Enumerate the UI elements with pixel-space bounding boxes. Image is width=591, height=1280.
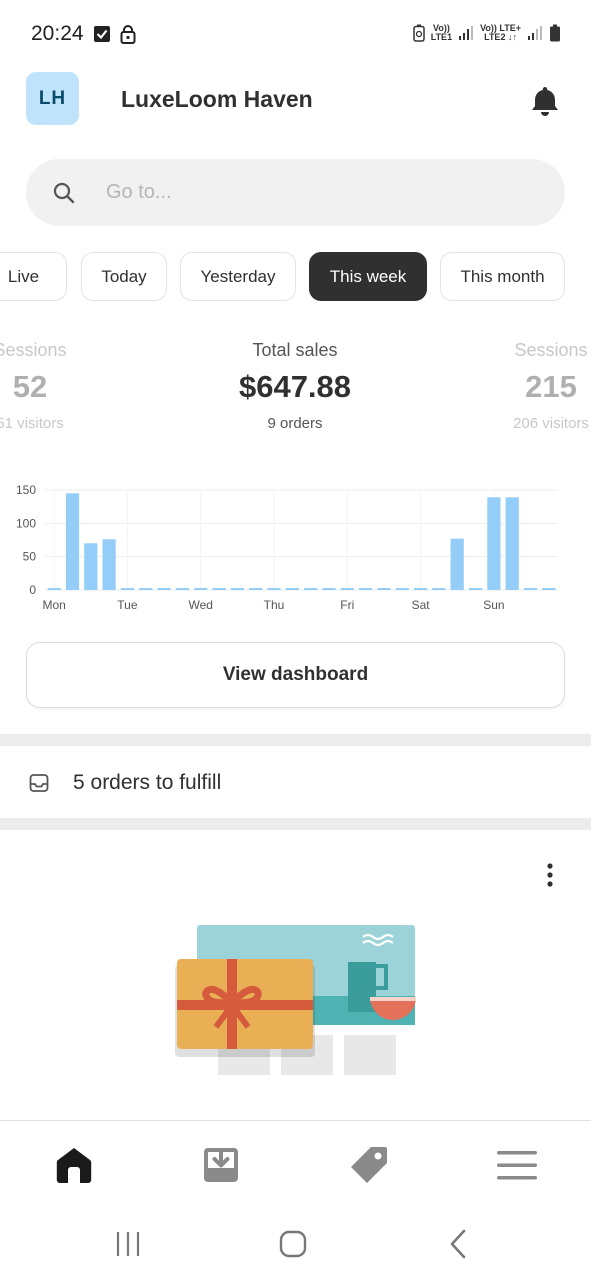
orders-icon[interactable] xyxy=(199,1143,243,1187)
chart-bar xyxy=(84,543,98,590)
chart-bar xyxy=(469,588,483,590)
chart-bar xyxy=(212,588,226,590)
chart-bar xyxy=(102,539,116,590)
x-tick-label: Tue xyxy=(117,598,138,612)
x-tick-label: Fri xyxy=(340,598,354,612)
y-tick-label: 150 xyxy=(16,483,36,497)
metric-sub: 9 orders xyxy=(267,415,323,432)
chart-bar xyxy=(285,588,299,590)
chart-bar xyxy=(505,497,519,590)
view-dashboard-button[interactable]: View dashboard xyxy=(26,642,565,708)
sales-bar-chart: 0 50 100 150 Mon Tue Wed Thu Fri Sat Sun xyxy=(16,483,558,612)
chart-bar xyxy=(267,588,281,590)
bottom-navigation xyxy=(0,1120,591,1210)
status-time: 20:24 xyxy=(31,22,84,45)
chart-bar xyxy=(249,588,263,590)
x-tick-label: Wed xyxy=(188,598,212,612)
chart-bar xyxy=(523,588,538,590)
status-bar: 20:24 Vo)) LTE1 Vo)) LTE+ LTE2 ↓↑ xyxy=(0,0,591,68)
home-icon[interactable] xyxy=(52,1143,96,1187)
chart-bar xyxy=(322,588,336,590)
chart-bar xyxy=(304,588,318,590)
store-name[interactable]: LuxeLoom Haven xyxy=(121,86,313,113)
x-tick-label: Sat xyxy=(412,598,431,612)
orders-to-fulfill-label: 5 orders to fulfill xyxy=(73,771,222,794)
chart-bar xyxy=(414,588,428,590)
tab-today[interactable]: Today xyxy=(81,252,167,301)
metric-label: Sessions xyxy=(0,340,67,360)
metric-sub: 206 visitors xyxy=(513,415,589,432)
search-icon xyxy=(53,182,75,204)
chart-bar xyxy=(432,588,446,590)
metric-value: 215 xyxy=(525,369,577,404)
section-divider xyxy=(0,734,591,746)
metric-label: Total sales xyxy=(252,340,338,360)
chart-bar xyxy=(377,588,391,590)
section-divider xyxy=(0,818,591,830)
system-navigation-bar xyxy=(0,1210,591,1280)
metric-card-sessions-prev[interactable]: Sessions 52 51 visitors xyxy=(0,340,130,432)
chart-bar xyxy=(230,588,244,590)
metric-value: $647.88 xyxy=(238,369,352,404)
tab-live[interactable]: Live xyxy=(0,252,67,301)
tab-this-month[interactable]: This month xyxy=(440,252,565,301)
x-tick-label: Mon xyxy=(43,598,66,612)
promo-card xyxy=(0,830,591,1120)
chart-bar xyxy=(359,588,373,590)
chart-bar xyxy=(340,588,354,590)
tab-this-week[interactable]: This week xyxy=(309,252,427,301)
status-icons-left xyxy=(93,24,137,44)
back-icon[interactable] xyxy=(441,1226,477,1262)
gift-card-illustration xyxy=(175,925,416,1093)
metric-label: Sessions xyxy=(514,340,588,360)
search-input[interactable]: Go to... xyxy=(106,181,172,204)
metric-value: 52 xyxy=(12,369,48,404)
search-bar[interactable]: Go to... xyxy=(26,159,565,226)
x-tick-label: Thu xyxy=(264,598,285,612)
tab-yesterday[interactable]: Yesterday xyxy=(180,252,296,301)
x-tick-label: Sun xyxy=(483,598,504,612)
signal-strength-icon xyxy=(459,26,474,40)
y-tick-label: 0 xyxy=(29,583,36,597)
chart-bar xyxy=(65,493,80,590)
chart-bar xyxy=(139,588,153,590)
y-tick-label: 50 xyxy=(23,550,37,564)
battery-icon xyxy=(550,24,560,42)
metric-sub: 51 visitors xyxy=(0,415,64,432)
header: LH LuxeLoom Haven xyxy=(0,70,591,130)
chart-bar xyxy=(395,588,409,590)
orders-to-fulfill-row[interactable]: 5 orders to fulfill xyxy=(0,746,591,818)
metric-card-sessions-next[interactable]: Sessions 215 206 visitors xyxy=(451,340,591,432)
hamburger-menu-icon[interactable] xyxy=(495,1143,539,1187)
chart-bar xyxy=(47,588,61,590)
chart-bar xyxy=(487,497,501,590)
chart-bar xyxy=(175,588,189,590)
date-filter-tabs: Live Today Yesterday This week This mont… xyxy=(0,252,591,302)
recent-apps-icon[interactable] xyxy=(110,1226,146,1262)
checkbox-notification-icon xyxy=(94,26,110,42)
y-tick-label: 100 xyxy=(16,516,36,530)
more-vertical-icon[interactable] xyxy=(540,862,560,888)
metric-card-total-sales[interactable]: Total sales $647.88 9 orders xyxy=(195,340,395,432)
status-icons-right: Vo)) LTE1 Vo)) LTE+ LTE2 ↓↑ xyxy=(412,23,561,42)
tag-icon[interactable] xyxy=(347,1143,391,1187)
sim1-label: Vo)) LTE1 xyxy=(430,23,453,42)
chart-bar xyxy=(120,588,135,590)
metrics-carousel[interactable]: Sessions 52 51 visitors Total sales $647… xyxy=(0,340,591,450)
store-avatar[interactable]: LH xyxy=(26,72,79,125)
home-button-icon[interactable] xyxy=(275,1226,311,1262)
chart-bar xyxy=(194,588,208,590)
battery-saver-icon xyxy=(412,24,425,42)
sim2-label: Vo)) LTE+ LTE2 ↓↑ xyxy=(480,23,521,42)
lock-icon xyxy=(120,25,136,44)
chart-bar xyxy=(157,588,171,590)
chart-bar xyxy=(542,588,556,590)
bell-icon[interactable] xyxy=(528,84,562,118)
inbox-icon xyxy=(29,774,49,792)
signal-strength-icon xyxy=(528,26,542,40)
chart-bar xyxy=(450,538,464,590)
